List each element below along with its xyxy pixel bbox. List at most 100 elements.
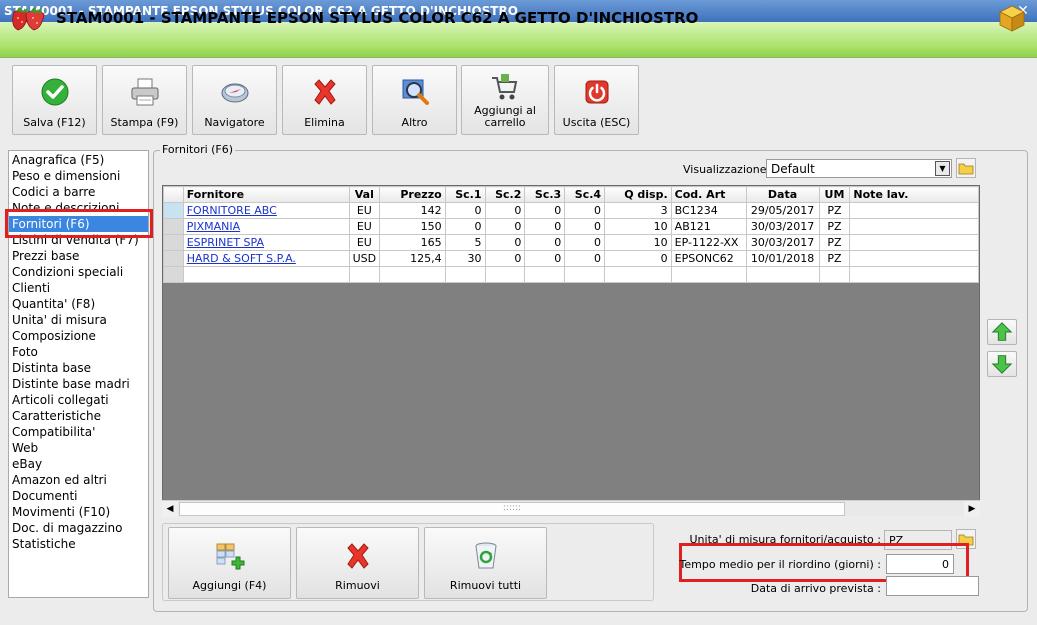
table-cell: 30/03/2017 <box>745 218 820 235</box>
supplier-link[interactable]: FORNITORE ABC <box>182 202 350 219</box>
nav-item[interactable]: Amazon ed altri <box>9 472 148 488</box>
col-header[interactable]: Fornitore <box>182 186 350 203</box>
table-cell: 0 <box>564 250 606 267</box>
table-cell <box>182 266 350 283</box>
table-cell: 10 <box>604 234 672 251</box>
move-up-button[interactable] <box>987 319 1017 345</box>
nav-item[interactable]: Web <box>9 440 148 456</box>
table-row[interactable]: ESPRINET SPA EU 165 5 0 0 0 10 EP-1122-XX 30/03/2… <box>163 234 979 251</box>
nav-item[interactable]: Movimenti (F10) <box>9 504 148 520</box>
remove-row-button-label: Rimuovi <box>335 579 380 592</box>
col-header[interactable]: Sc.4 <box>564 186 606 203</box>
col-header[interactable]: Sc.3 <box>524 186 566 203</box>
chevron-down-icon[interactable]: ▼ <box>935 161 950 176</box>
nav-item[interactable]: Fornitori (F6) <box>9 216 148 232</box>
add-to-cart-button[interactable]: Aggiungi al carrello <box>461 65 549 135</box>
col-header[interactable]: Data <box>745 186 820 203</box>
table-cell: 0 <box>564 218 606 235</box>
table-cell <box>564 266 606 283</box>
remove-all-button[interactable]: Rimuovi tutti <box>424 527 547 599</box>
suppliers-table: Fornitore Val Prezzo Sc.1 Sc.2 Sc.3 Sc.4… <box>163 186 979 283</box>
nav-item[interactable]: Distinte base madri <box>9 376 148 392</box>
supplier-link[interactable]: HARD & SOFT S.P.A. <box>182 250 350 267</box>
remove-row-button[interactable]: Rimuovi <box>296 527 419 599</box>
table-cell <box>849 202 979 219</box>
scroll-right-icon[interactable]: ▶ <box>964 501 980 517</box>
arrival-date-field[interactable] <box>886 576 979 596</box>
nav-item[interactable]: Note e descrizioni <box>9 200 148 216</box>
col-header[interactable]: Sc.1 <box>444 186 486 203</box>
other-button[interactable]: Altro <box>372 65 457 135</box>
table-row[interactable]: PIXMANIA EU 150 0 0 0 0 10 AB121 30/03/2017 PZ <box>163 218 979 235</box>
table-cell: EU <box>348 202 381 219</box>
section-nav-list[interactable]: Anagrafica (F5) Peso e dimensioni Codici a… <box>8 150 149 598</box>
table-cell: USD <box>348 250 381 267</box>
nav-item[interactable]: Quantita' (F8) <box>9 296 148 312</box>
table-row[interactable]: HARD & SOFT S.P.A. USD 125,4 30 0 0 0 0 EPSONC62… <box>163 250 979 267</box>
nav-item[interactable]: Composizione <box>9 328 148 344</box>
navigator-button[interactable]: Navigatore <box>192 65 277 135</box>
exit-button[interactable]: Uscita (ESC) <box>554 65 639 135</box>
table-row[interactable]: FORNITORE ABC EU 142 0 0 0 0 3 BC1234 29/05/2017 P… <box>163 202 979 219</box>
row-indicator[interactable] <box>163 202 184 219</box>
nav-item[interactable]: Clienti <box>9 280 148 296</box>
reorder-time-label: Tempo medio per il riordino (giorni) : <box>679 558 881 571</box>
supplier-link[interactable]: ESPRINET SPA <box>182 234 350 251</box>
col-header[interactable]: Prezzo <box>379 186 446 203</box>
nav-item[interactable]: Statistiche <box>9 536 148 552</box>
nav-item[interactable]: Prezzi base <box>9 248 148 264</box>
row-indicator[interactable] <box>163 218 184 235</box>
nav-item[interactable]: Documenti <box>9 488 148 504</box>
save-button-label: Salva (F12) <box>23 116 86 129</box>
col-header[interactable]: Sc.2 <box>484 186 526 203</box>
row-indicator[interactable] <box>163 234 184 251</box>
view-select[interactable]: Default ▼ <box>766 159 952 178</box>
table-cell: EU <box>348 234 381 251</box>
red-x-icon <box>347 543 369 569</box>
page-title: STAM0001 - STAMPANTE EPSON STYLUS COLOR … <box>56 9 699 27</box>
suppliers-grid[interactable]: Fornitore Val Prezzo Sc.1 Sc.2 Sc.3 Sc.4… <box>162 185 980 516</box>
scroll-thumb[interactable]: :::::: <box>179 502 845 516</box>
nav-item[interactable]: Peso e dimensioni <box>9 168 148 184</box>
table-cell: 142 <box>379 202 446 219</box>
folder-icon[interactable] <box>956 158 976 178</box>
box-icon[interactable] <box>997 3 1027 33</box>
nav-item[interactable]: Listini di vendita (F7) <box>9 232 148 248</box>
delete-button[interactable]: Elimina <box>282 65 367 135</box>
table-cell: 0 <box>484 202 526 219</box>
table-cell: 0 <box>444 218 486 235</box>
save-button[interactable]: Salva (F12) <box>12 65 97 135</box>
horizontal-scrollbar[interactable]: ◀ :::::: ▶ <box>162 500 980 517</box>
col-header[interactable]: Cod. Art <box>670 186 747 203</box>
row-indicator[interactable] <box>163 250 184 267</box>
print-button[interactable]: Stampa (F9) <box>102 65 187 135</box>
table-cell: EPSONC62 <box>670 250 747 267</box>
table-cell: 0 <box>524 218 566 235</box>
col-header[interactable]: Val <box>348 186 381 203</box>
nav-item[interactable]: Foto <box>9 344 148 360</box>
add-row-button[interactable]: Aggiungi (F4) <box>168 527 291 599</box>
move-down-button[interactable] <box>987 351 1017 377</box>
nav-item[interactable]: eBay <box>9 456 148 472</box>
reorder-time-field[interactable]: 0 <box>886 554 954 574</box>
supplier-link[interactable]: PIXMANIA <box>182 218 350 235</box>
table-cell <box>524 266 566 283</box>
nav-item[interactable]: Caratteristiche <box>9 408 148 424</box>
table-row-empty[interactable] <box>163 266 979 283</box>
nav-item[interactable]: Doc. di magazzino <box>9 520 148 536</box>
nav-item[interactable]: Articoli collegati <box>9 392 148 408</box>
table-cell: 5 <box>444 234 486 251</box>
nav-item[interactable]: Distinta base <box>9 360 148 376</box>
nav-item[interactable]: Anagrafica (F5) <box>9 152 148 168</box>
table-cell: 0 <box>524 250 566 267</box>
table-cell <box>670 266 747 283</box>
nav-item[interactable]: Condizioni speciali <box>9 264 148 280</box>
col-header[interactable]: Note lav. <box>849 186 979 203</box>
nav-item[interactable]: Compatibilita' <box>9 424 148 440</box>
col-header[interactable]: Q disp. <box>604 186 672 203</box>
view-label: Visualizzazione : <box>683 163 774 176</box>
col-header[interactable]: UM <box>818 186 851 203</box>
nav-item[interactable]: Codici a barre <box>9 184 148 200</box>
scroll-left-icon[interactable]: ◀ <box>162 501 178 517</box>
nav-item[interactable]: Unita' di misura <box>9 312 148 328</box>
